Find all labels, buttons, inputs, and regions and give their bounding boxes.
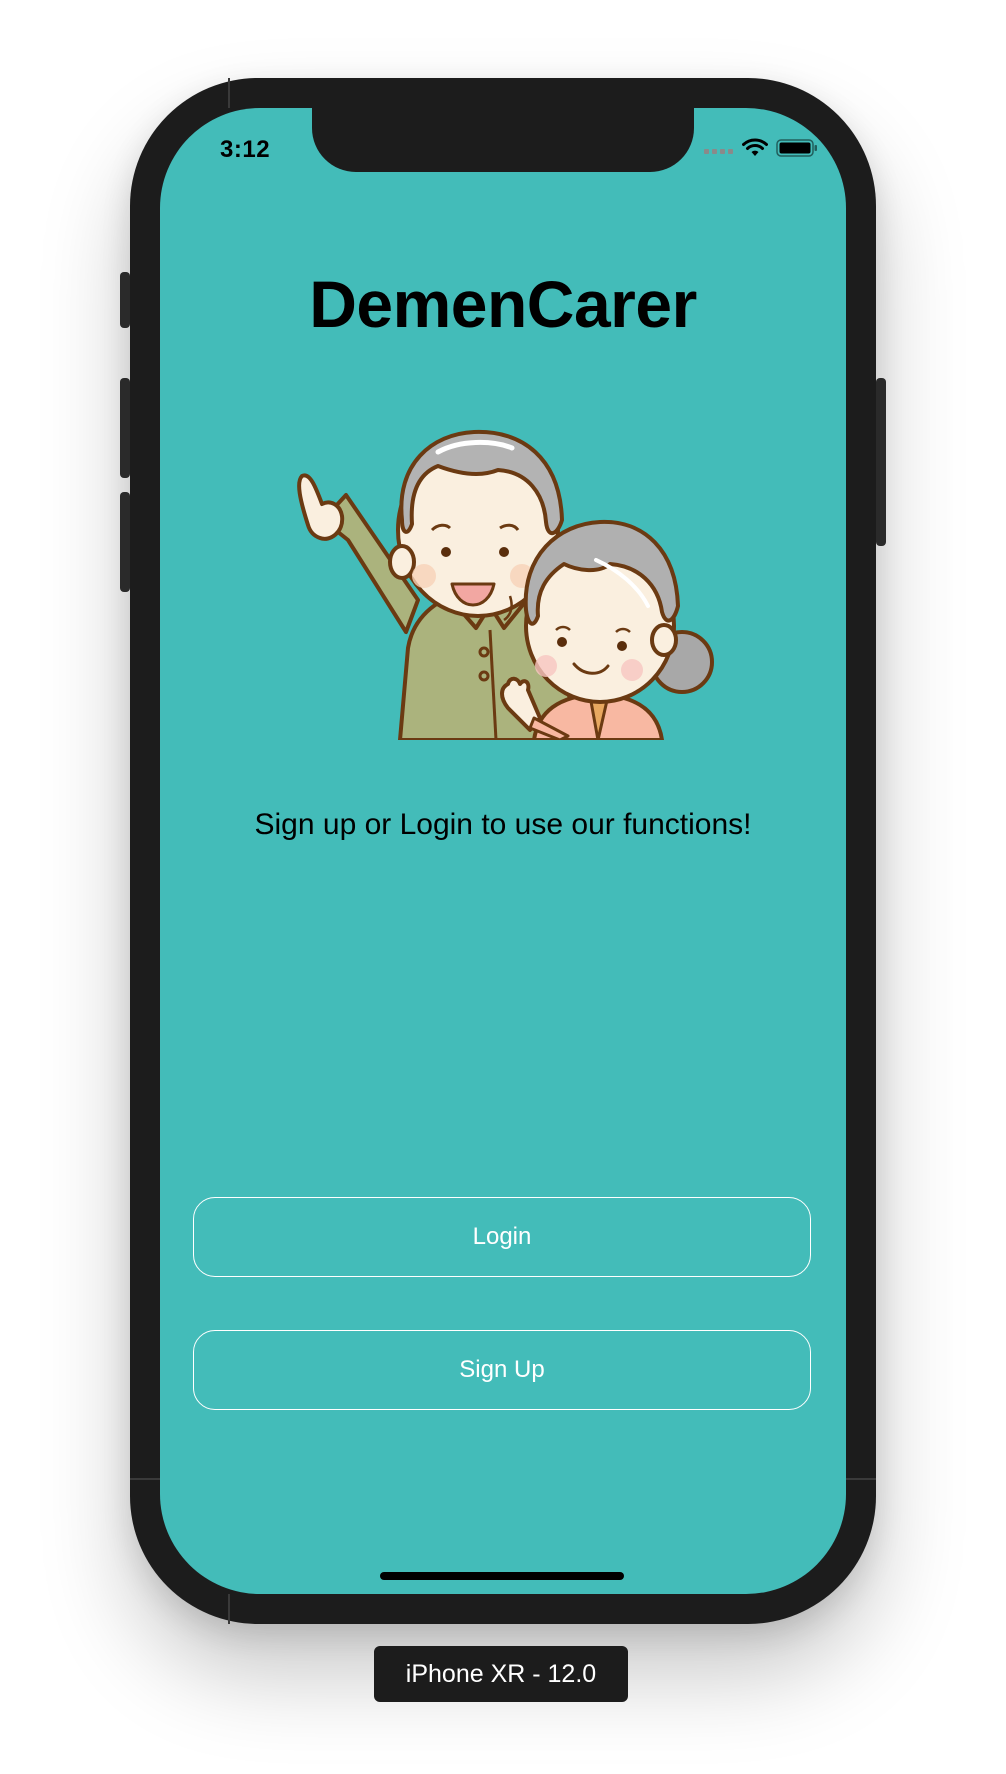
- status-time: 3:12: [220, 136, 271, 163]
- signal-dots-icon: [704, 142, 734, 160]
- app-screen: 3:12 DemenCarer Sign up or Login to use …: [160, 108, 846, 1594]
- notch: [312, 108, 694, 172]
- volume-up-button: [120, 378, 130, 478]
- frame-seam: [130, 1478, 160, 1480]
- frame-seam: [228, 78, 230, 108]
- tagline: Sign up or Login to use our functions!: [254, 808, 752, 841]
- battery-icon: [776, 138, 818, 163]
- wifi-icon: [742, 138, 768, 163]
- app-title: DemenCarer: [309, 267, 697, 341]
- home-indicator[interactable]: [380, 1572, 624, 1580]
- power-button: [876, 378, 886, 546]
- elderly-couple-illustration: [278, 400, 728, 742]
- frame-seam: [228, 1594, 230, 1624]
- signup-button[interactable]: Sign Up: [193, 1330, 811, 1410]
- simulator-device-label: iPhone XR - 12.0: [374, 1646, 628, 1702]
- frame-seam: [846, 1478, 876, 1480]
- login-button[interactable]: Login: [193, 1197, 811, 1277]
- status-icons: [704, 138, 818, 163]
- silent-switch: [120, 272, 130, 328]
- volume-down-button: [120, 492, 130, 592]
